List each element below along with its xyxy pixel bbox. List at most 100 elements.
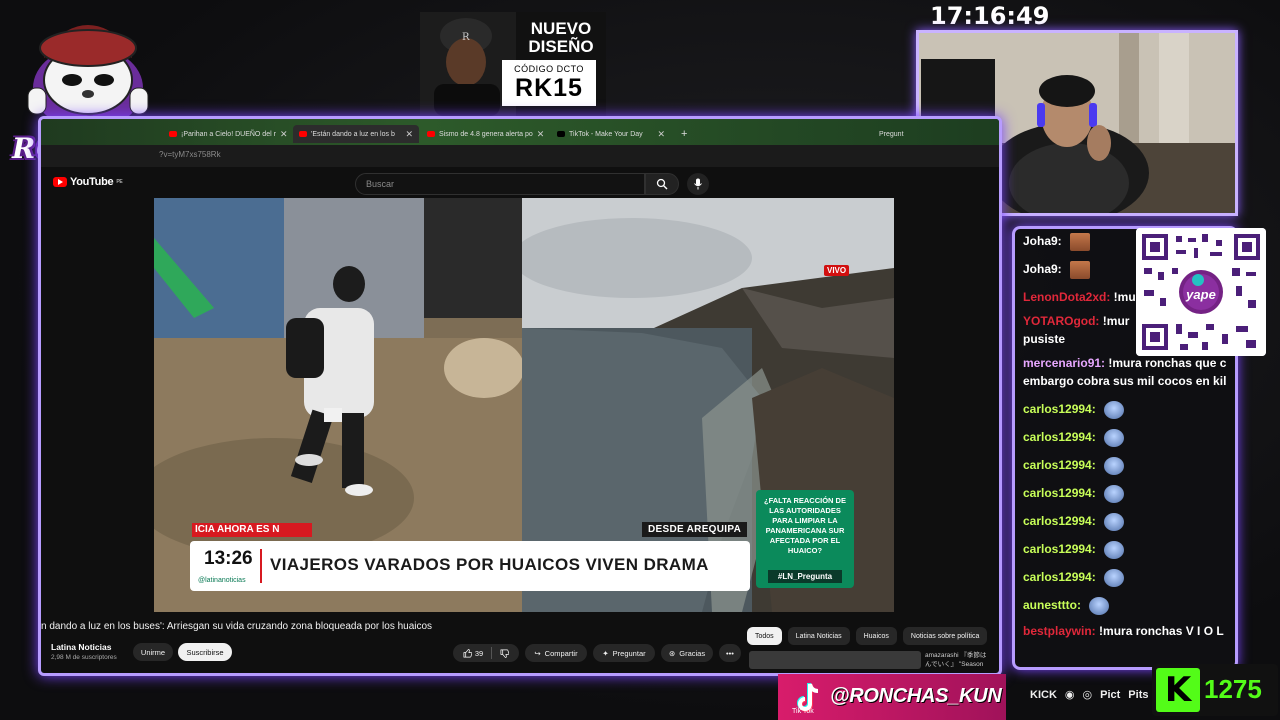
emote-pepe-icon (1103, 541, 1124, 559)
stream-overlay: RONCHAS R NUEVO DISEÑO CÓDIGO DCTO RK15 … (0, 0, 1280, 720)
browser-tab-bar: ¡Parihan a Cielo! DUEÑO del r ✕ 'Están d… (41, 119, 999, 145)
news-handle: @latinanoticias (198, 577, 246, 584)
chat-username[interactable]: Joha9: (1023, 262, 1062, 276)
browser-tab[interactable]: ¡Parihan a Cielo! DUEÑO del r ✕ (163, 125, 289, 143)
yape-qr-code: yape (1136, 228, 1266, 356)
tiktok-favicon-icon (557, 131, 565, 137)
chat-message: mercenario91: !mura ronchas que c (1023, 355, 1235, 371)
video-player[interactable]: VIVO ICIA AHORA ES N DESDE AREQUIPA 13:2… (154, 198, 894, 612)
like-count: 39 (474, 648, 484, 658)
chat-username[interactable]: bestplaywin: (1023, 624, 1096, 638)
like-button[interactable]: 39 (463, 649, 483, 658)
channel-subscribers: 2,98 M de suscriptores (51, 654, 117, 661)
chat-message: carlos12994: (1023, 513, 1235, 531)
chat-message: carlos12994: (1023, 569, 1235, 587)
chip-politics[interactable]: Noticias sobre política (902, 627, 988, 645)
share-icon: ↪ (534, 648, 541, 658)
chat-message: carlos12994: (1023, 401, 1235, 419)
new-tab-button[interactable]: + (675, 125, 691, 143)
chat-username[interactable]: aunesttto: (1023, 598, 1081, 612)
emote-pepe-icon (1103, 485, 1124, 503)
thanks-button[interactable]: ⊛ Gracias (661, 644, 713, 662)
chat-text: !mur (1099, 314, 1130, 328)
share-button[interactable]: ↪ Compartir (525, 644, 587, 662)
youtube-logo[interactable]: YouTube PE (53, 176, 123, 188)
chat-username[interactable]: carlos12994: (1023, 514, 1096, 528)
chip-huaicos[interactable]: Huaicos (855, 627, 897, 645)
youtube-favicon-icon (427, 131, 435, 137)
recommendation-thumbnail[interactable] (749, 651, 921, 669)
close-tab-icon[interactable]: ✕ (280, 129, 288, 140)
close-tab-icon[interactable]: ✕ (405, 129, 413, 140)
chip-latina[interactable]: Latina Noticias (787, 627, 850, 645)
divider (491, 647, 493, 659)
youtube-favicon-icon (299, 131, 307, 137)
browser-tab[interactable]: Pregunt (873, 125, 933, 143)
tiktok-label: Tik Tok (792, 708, 814, 715)
tiktok-handle: @RONCHAS_KUN (830, 685, 1002, 707)
search-button[interactable] (645, 173, 679, 195)
chat-username[interactable]: carlos12994: (1023, 570, 1096, 584)
kick-follower-counter: K 1275 (1152, 664, 1278, 716)
emote-pepe-icon (1103, 569, 1124, 587)
chat-text: pusiste (1023, 332, 1066, 346)
subscribe-button[interactable]: Suscribirse (178, 643, 232, 661)
tab-title: 'Están dando a luz en los b (311, 130, 395, 138)
tab-title: Pregunt (879, 130, 904, 138)
channel-name[interactable]: Latina Noticias (51, 642, 111, 652)
close-tab-icon[interactable]: ✕ (537, 129, 545, 140)
search-input[interactable]: Buscar (355, 173, 645, 195)
news-headline: VIAJEROS VARADOS POR HUAICOS VIVEN DRAMA (270, 555, 709, 574)
breaking-news-ticker: ICIA AHORA ES N (192, 523, 312, 537)
join-button[interactable]: Unirme (133, 643, 173, 661)
chat-username[interactable]: carlos12994: (1023, 486, 1096, 500)
location-tag: DESDE AREQUIPA (642, 522, 748, 537)
poll-hashtag: #LN_Pregunta (768, 570, 842, 583)
ask-label: Preguntar (612, 648, 646, 658)
instagram-icon: ◎ (1082, 689, 1093, 701)
join-label: Unirme (140, 647, 166, 657)
chat-username[interactable]: YOTAROgod: (1023, 314, 1099, 328)
sponsor-code-box: CÓDIGO DCTO RK15 (502, 60, 596, 106)
news-time: 13:26 (204, 548, 253, 569)
search-icon (656, 178, 668, 190)
thumbs-up-icon (463, 648, 472, 657)
recommendation-chips: Todos Latina Noticias Huaicos Noticias s… (747, 627, 988, 645)
thanks-label: Gracias (679, 648, 706, 658)
chat-message: carlos12994: (1023, 541, 1235, 559)
live-badge: VIVO (824, 265, 850, 276)
kick-logo-icon: K (1156, 668, 1200, 712)
lower-third-divider (260, 549, 262, 583)
emote-pepe-icon (1103, 401, 1124, 419)
chat-text: !mura ronchas V I O L (1095, 624, 1224, 638)
chat-username[interactable]: carlos12994: (1023, 542, 1096, 556)
youtube-header: YouTube PE Buscar (41, 167, 999, 201)
emote-pepe-icon (1089, 597, 1109, 615)
chip-all[interactable]: Todos (747, 627, 782, 645)
chat-message: bestplaywin: !mura ronchas V I O L (1023, 623, 1235, 639)
sponsor-title: NUEVO DISEÑO (528, 19, 594, 56)
chat-username[interactable]: carlos12994: (1023, 402, 1096, 416)
chat-username[interactable]: carlos12994: (1023, 458, 1096, 472)
kick-social-label: KICK (1030, 688, 1057, 701)
recommendation-title[interactable]: amazarashi 『季節は んでいく』 "Season (925, 651, 999, 671)
ask-button[interactable]: ✦ Preguntar (593, 644, 655, 662)
browser-tab-active[interactable]: 'Están dando a luz en los b ✕ (293, 125, 419, 143)
browser-tab[interactable]: Sismo de 4.8 genera alerta po ✕ (421, 125, 549, 143)
stream-clock: 17:16:49 (930, 2, 1050, 30)
address-bar[interactable]: ?v=tyM7xs758Rk (41, 145, 999, 167)
voice-search-button[interactable] (687, 173, 709, 195)
more-actions-button[interactable]: ••• (719, 644, 741, 662)
chat-username[interactable]: Joha9: (1023, 234, 1062, 248)
close-tab-icon[interactable]: ✕ (657, 129, 665, 140)
chat-username[interactable]: mercenario91: (1023, 356, 1105, 370)
chat-username[interactable]: LenonDota2xd: (1023, 290, 1110, 304)
browser-tab[interactable]: TikTok - Make Your Day ✕ (551, 125, 671, 143)
emote-pepe-icon (1103, 513, 1124, 531)
chat-message: carlos12994: (1023, 485, 1235, 503)
thumbs-down-icon[interactable] (500, 649, 510, 658)
dollar-icon: ⊛ (668, 648, 676, 658)
sponsor-code-label: CÓDIGO DCTO (514, 64, 584, 74)
svg-text:R: R (462, 32, 470, 43)
chat-username[interactable]: carlos12994: (1023, 430, 1096, 444)
